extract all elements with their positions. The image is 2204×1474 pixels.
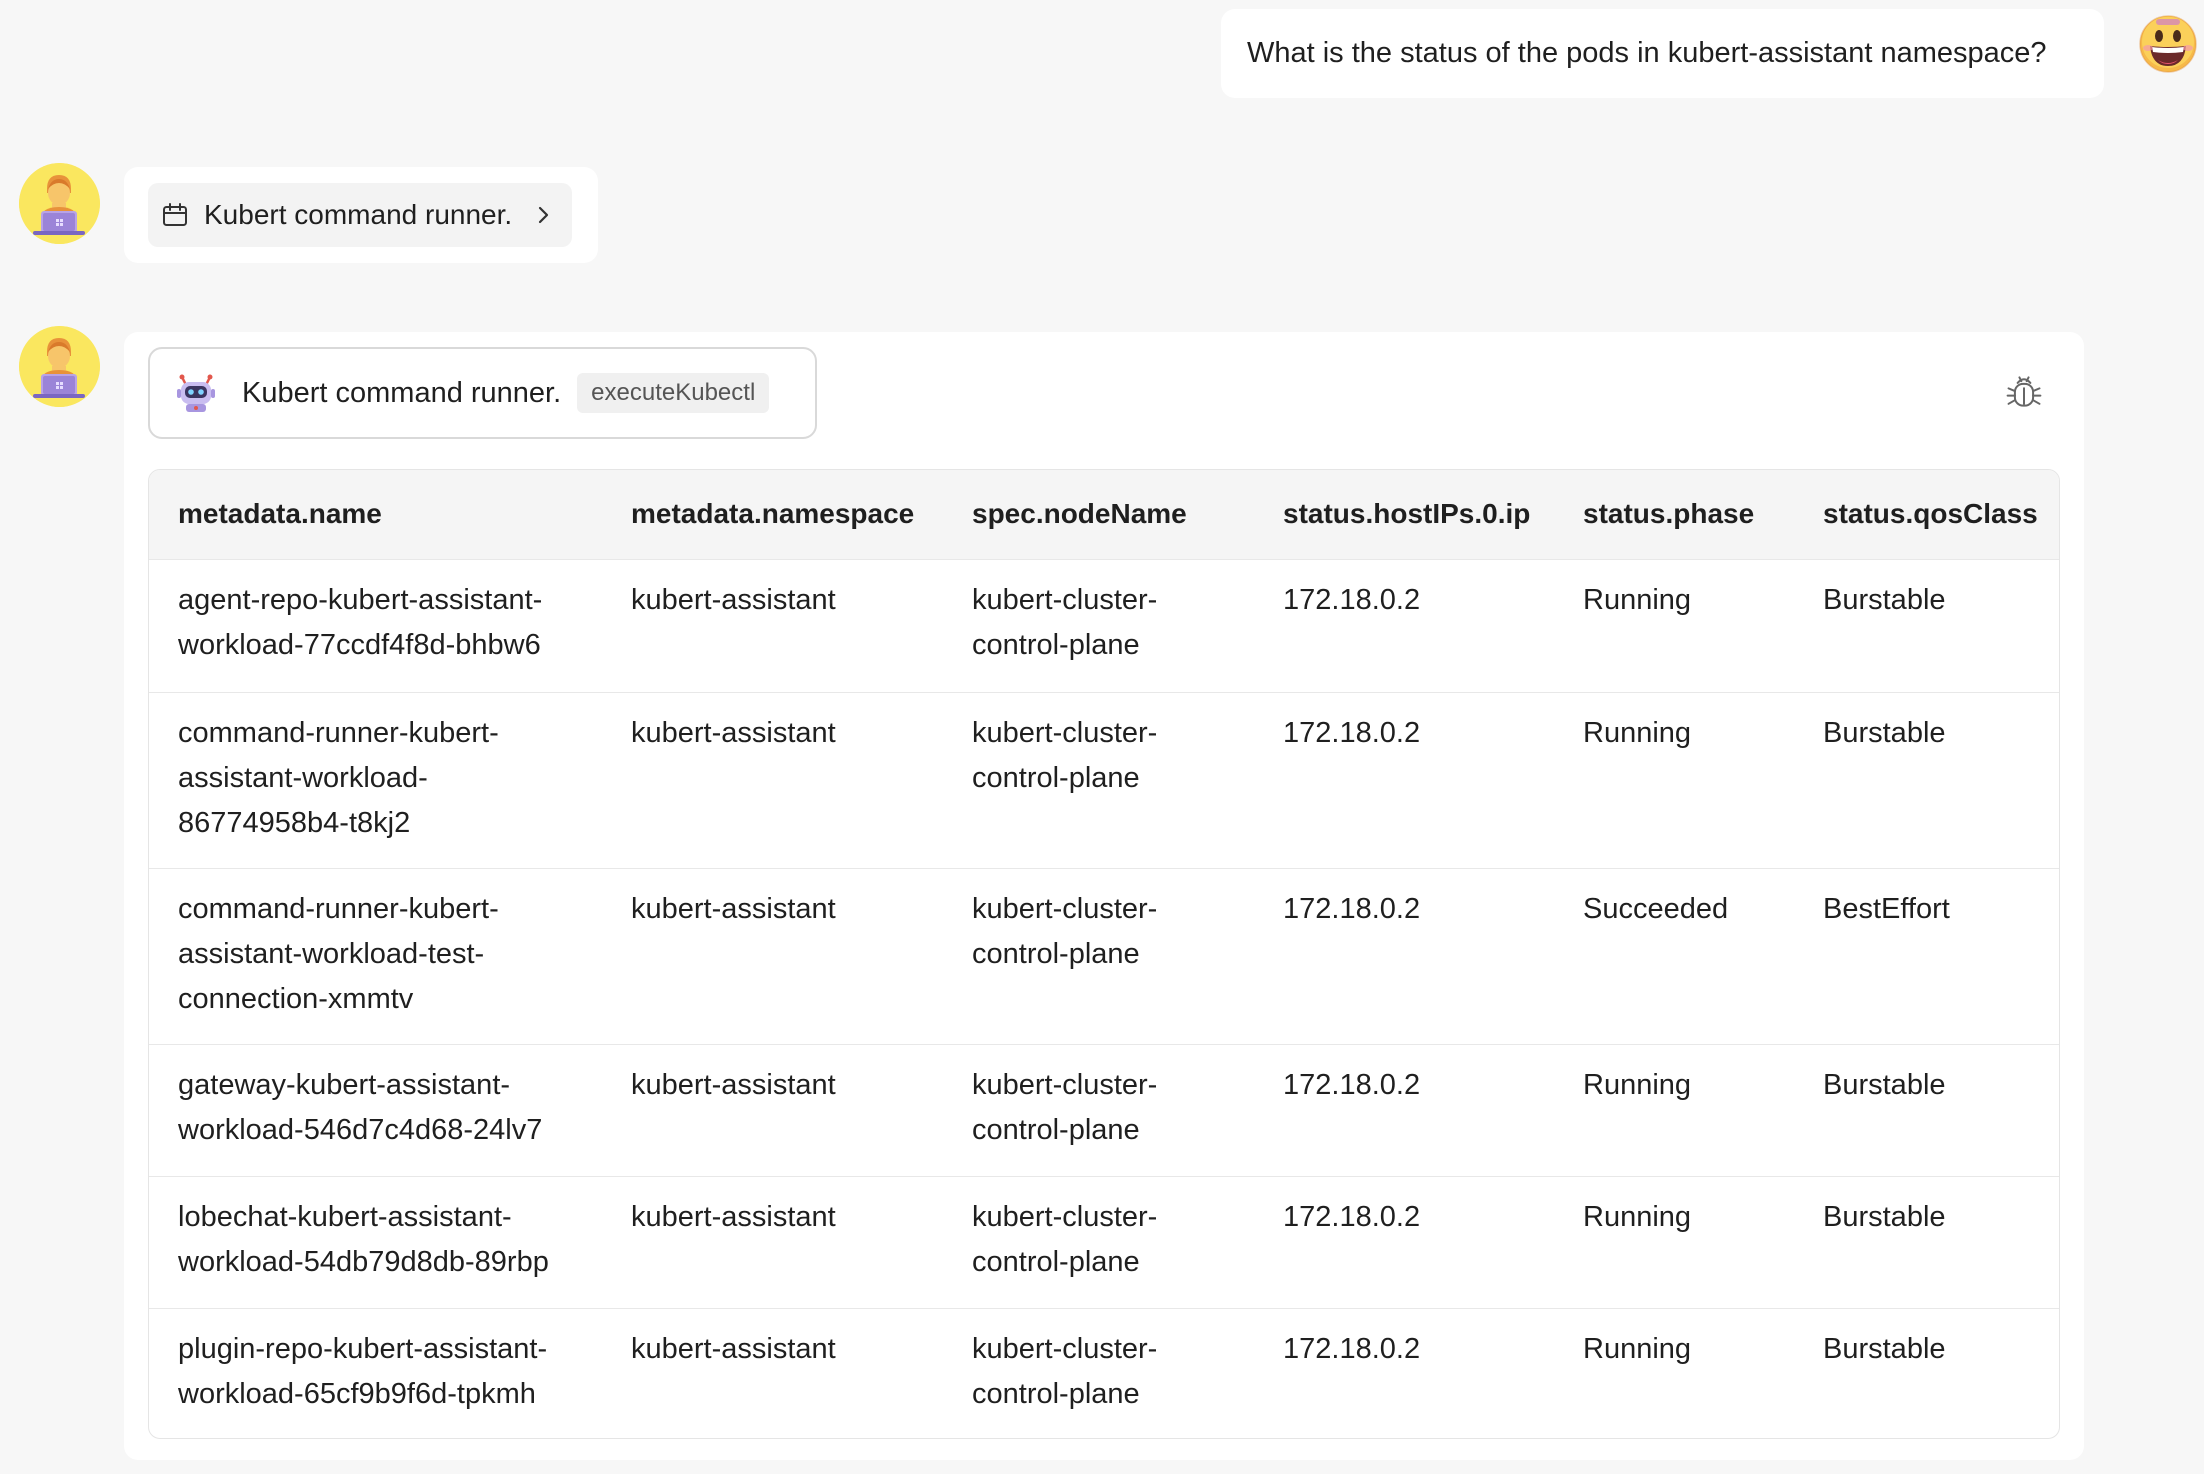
assistant-message-plugin-result: Kubert command runner. executeKubectl me… <box>124 332 2084 1460</box>
column-header[interactable]: status.hostIPs.0.ip <box>1254 470 1554 559</box>
cell-namespace: kubert-assistant <box>631 583 836 616</box>
cell-qos-class: Burstable <box>1823 1068 1946 1101</box>
cell-node-name: kubert-cluster-control-plane <box>972 892 1158 970</box>
user-message-text: What is the status of the pods in kubert… <box>1247 37 2047 69</box>
plugin-name: Kubert command runner. <box>242 376 562 409</box>
column-header[interactable]: status.phase <box>1554 470 1794 559</box>
cell-pod-name: command-runner-kubert-assistant-workload… <box>178 892 499 1015</box>
column-header[interactable]: metadata.namespace <box>602 470 943 559</box>
cell-phase: Succeeded <box>1583 892 1729 925</box>
tool-call-chip[interactable]: Kubert command runner. <box>148 183 572 247</box>
cell-pod-name: agent-repo-kubert-assistant-workload-77c… <box>178 583 543 661</box>
assistant-avatar[interactable] <box>19 326 100 407</box>
cell-qos-class: BestEffort <box>1823 892 1950 925</box>
plugin-header[interactable]: Kubert command runner. executeKubectl <box>148 347 817 439</box>
user-avatar[interactable] <box>2138 14 2198 74</box>
table-row: command-runner-kubert-assistant-workload… <box>149 868 2059 1044</box>
cell-qos-class: Burstable <box>1823 716 1946 749</box>
table-row: gateway-kubert-assistant-workload-546d7c… <box>149 1044 2059 1176</box>
column-header[interactable]: spec.nodeName <box>943 470 1254 559</box>
technologist-icon <box>19 163 100 244</box>
table-row: agent-repo-kubert-assistant-workload-77c… <box>149 559 2059 692</box>
cell-node-name: kubert-cluster-control-plane <box>972 1200 1158 1278</box>
cell-namespace: kubert-assistant <box>631 1200 836 1233</box>
cell-host-ip: 172.18.0.2 <box>1283 1332 1421 1365</box>
cell-node-name: kubert-cluster-control-plane <box>972 716 1158 794</box>
cell-host-ip: 172.18.0.2 <box>1283 716 1421 749</box>
cell-qos-class: Burstable <box>1823 1332 1946 1365</box>
chevron-right-icon <box>528 200 558 230</box>
cell-qos-class: Burstable <box>1823 1200 1946 1233</box>
column-header[interactable]: metadata.name <box>149 470 602 559</box>
cell-phase: Running <box>1583 583 1692 616</box>
smiling-face-icon <box>2139 15 2197 73</box>
cell-qos-class: Burstable <box>1823 583 1946 616</box>
user-message-bubble: What is the status of the pods in kubert… <box>1221 9 2104 98</box>
cell-host-ip: 172.18.0.2 <box>1283 892 1421 925</box>
cell-pod-name: command-runner-kubert-assistant-workload… <box>178 716 499 839</box>
cell-pod-name: gateway-kubert-assistant-workload-546d7c… <box>178 1068 543 1146</box>
assistant-avatar[interactable] <box>19 163 100 244</box>
cell-namespace: kubert-assistant <box>631 1332 836 1365</box>
cell-node-name: kubert-cluster-control-plane <box>972 583 1158 661</box>
cell-namespace: kubert-assistant <box>631 716 836 749</box>
bug-icon <box>2006 376 2042 407</box>
assistant-message-tool-call: Kubert command runner. <box>124 167 598 263</box>
debug-button[interactable] <box>2002 370 2046 414</box>
cell-namespace: kubert-assistant <box>631 1068 836 1101</box>
cell-phase: Running <box>1583 716 1692 749</box>
cell-host-ip: 172.18.0.2 <box>1283 1068 1421 1101</box>
cell-node-name: kubert-cluster-control-plane <box>972 1332 1158 1410</box>
cell-pod-name: lobechat-kubert-assistant-workload-54db7… <box>178 1200 549 1278</box>
tool-call-label: Kubert command runner. <box>204 199 513 230</box>
table-row: command-runner-kubert-assistant-workload… <box>149 692 2059 868</box>
table-header-row: metadata.name metadata.namespace spec.no… <box>149 470 2059 559</box>
cell-node-name: kubert-cluster-control-plane <box>972 1068 1158 1146</box>
cell-namespace: kubert-assistant <box>631 892 836 925</box>
technologist-icon <box>19 326 100 407</box>
column-header[interactable]: status.qosClass <box>1794 470 2059 559</box>
cell-host-ip: 172.18.0.2 <box>1283 1200 1421 1233</box>
cell-host-ip: 172.18.0.2 <box>1283 583 1421 616</box>
plugin-api-badge: executeKubectl <box>577 373 770 413</box>
cell-phase: Running <box>1583 1332 1692 1365</box>
table-row: plugin-repo-kubert-assistant-workload-65… <box>149 1308 2059 1438</box>
calendar-icon <box>160 200 190 230</box>
cell-phase: Running <box>1583 1200 1692 1233</box>
pods-table: metadata.name metadata.namespace spec.no… <box>148 469 2060 1439</box>
table-row: lobechat-kubert-assistant-workload-54db7… <box>149 1176 2059 1308</box>
cell-pod-name: plugin-repo-kubert-assistant-workload-65… <box>178 1332 548 1410</box>
robot-icon <box>174 371 218 415</box>
cell-phase: Running <box>1583 1068 1692 1101</box>
